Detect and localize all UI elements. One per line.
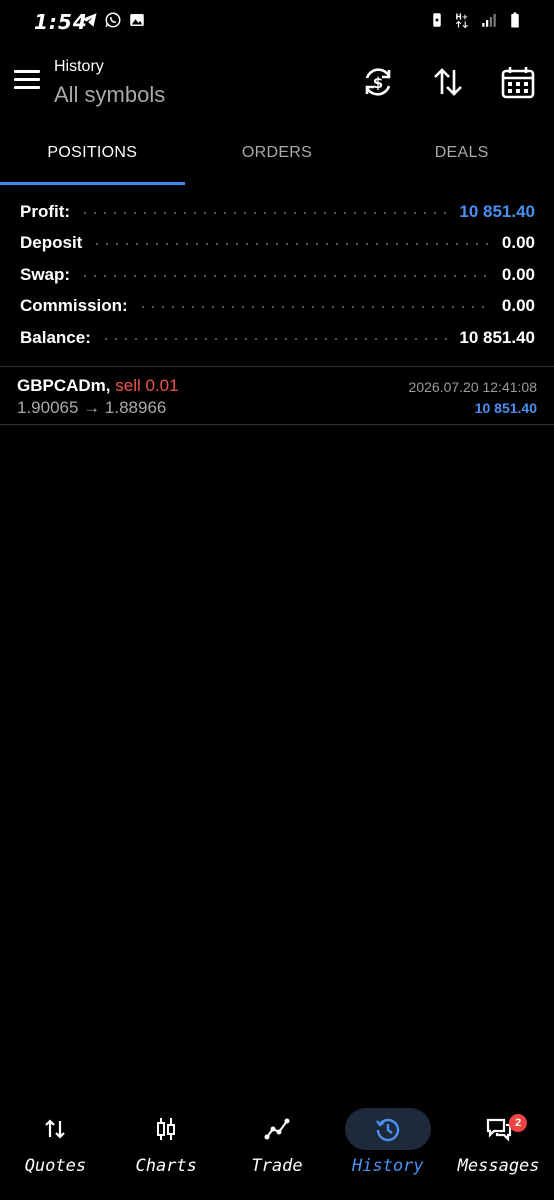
signal-icon	[482, 14, 496, 27]
nav-quotes-label: Quotes	[24, 1156, 87, 1176]
whatsapp-icon	[105, 12, 121, 28]
charts-icon	[157, 1118, 176, 1140]
bottom-navigation: Quotes Charts Trade History 2 Messages	[0, 1100, 554, 1200]
balance-label: Balance:	[20, 327, 91, 347]
app-header: History All symbols $	[0, 50, 554, 120]
messages-icon	[486, 1118, 511, 1142]
trade-icon	[264, 1118, 290, 1140]
page-title: History	[54, 58, 104, 75]
position-time: 2026.07.20 12:41:08	[408, 379, 537, 395]
deposit-label: Deposit	[20, 233, 83, 253]
summary-profit-row: Profit: 10 851.40	[20, 196, 535, 228]
calendar-icon[interactable]	[500, 64, 536, 100]
profit-value: 10 851.40	[459, 201, 535, 221]
position-side: sell 0.01	[115, 376, 179, 395]
summary-swap-row: Swap: 0.00	[20, 259, 535, 291]
history-tabs: POSITIONS ORDERS DEALS	[0, 130, 554, 186]
tab-orders[interactable]: ORDERS	[185, 130, 370, 186]
tab-deals[interactable]: DEALS	[369, 130, 554, 186]
nav-messages-label: Messages	[457, 1156, 540, 1176]
history-icon	[375, 1118, 399, 1142]
gallery-icon	[130, 14, 144, 26]
network-hplus-icon: H+	[456, 12, 469, 29]
quotes-icon	[45, 1119, 66, 1139]
summary-deposit-row: Deposit 0.00	[20, 228, 535, 260]
position-profit: 10 851.40	[474, 400, 537, 416]
svg-text:H+: H+	[456, 12, 469, 21]
summary-commission-row: Commission: 0.00	[20, 291, 535, 323]
nav-quotes[interactable]: Quotes	[0, 1100, 111, 1200]
nav-history[interactable]: History	[332, 1100, 443, 1200]
svg-text:$: $	[373, 74, 383, 92]
account-summary: Profit: 10 851.40 Deposit 0.00 Swap: 0.0…	[20, 196, 535, 354]
summary-divider	[0, 366, 554, 367]
battery-saver-icon	[433, 13, 441, 27]
nav-charts[interactable]: Charts	[111, 1100, 222, 1200]
battery-icon	[511, 12, 519, 28]
swap-label: Swap:	[20, 264, 71, 284]
position-symbol-name: GBPCADm,	[17, 376, 111, 395]
balance-value: 10 851.40	[459, 327, 535, 347]
deposit-value: 0.00	[501, 233, 535, 253]
position-row[interactable]: GBPCADm, sell 0.01 1.90065 → 1.88966 202…	[0, 370, 554, 424]
position-symbol: GBPCADm, sell 0.01	[17, 376, 179, 396]
messages-badge: 2	[509, 1114, 528, 1132]
active-tab-indicator	[0, 182, 185, 185]
position-divider	[0, 424, 554, 425]
tab-positions[interactable]: POSITIONS	[0, 130, 185, 186]
commission-value: 0.00	[501, 296, 535, 316]
menu-button[interactable]	[14, 70, 40, 92]
nav-trade[interactable]: Trade	[222, 1100, 333, 1200]
nav-messages[interactable]: 2 Messages	[443, 1100, 554, 1200]
telegram-icon	[81, 13, 97, 27]
status-bar: 1:54 H+	[0, 0, 554, 44]
symbol-filter[interactable]: All symbols	[54, 82, 165, 108]
swap-value: 0.00	[501, 264, 535, 284]
commission-label: Commission:	[20, 296, 128, 316]
sort-icon[interactable]	[430, 64, 466, 100]
profit-label: Profit:	[20, 201, 71, 221]
position-prices: 1.90065 → 1.88966	[17, 398, 167, 417]
nav-history-label: History	[351, 1156, 424, 1176]
currency-refresh-icon[interactable]: $	[360, 64, 396, 100]
menu-icon	[14, 70, 40, 73]
nav-charts-label: Charts	[135, 1156, 197, 1176]
nav-trade-label: Trade	[251, 1156, 303, 1176]
summary-balance-row: Balance: 10 851.40	[20, 322, 535, 354]
